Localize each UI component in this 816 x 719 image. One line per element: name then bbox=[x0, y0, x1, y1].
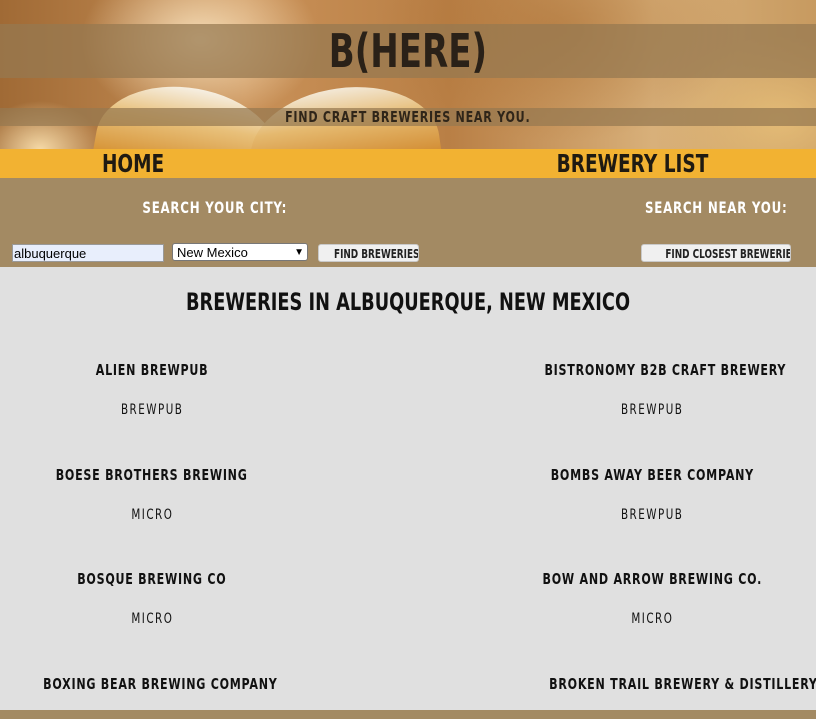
brewery-name: BISTRONOMY B2B CRAFT BREWERY bbox=[544, 361, 787, 379]
brewery-card[interactable]: BOMBS AWAY BEER COMPANY BREWPUB bbox=[502, 466, 802, 524]
find-breweries-button[interactable]: FIND BREWERIES bbox=[318, 244, 419, 262]
brewery-card[interactable]: BOSQUE BREWING CO MICRO bbox=[2, 570, 302, 628]
brewery-name: ALIEN BREWPUB bbox=[95, 361, 209, 379]
site-tagline: FIND CRAFT BREWERIES NEAR YOU. bbox=[285, 108, 531, 126]
brewery-name: BOMBS AWAY BEER COMPANY bbox=[550, 466, 754, 484]
brewery-name: BOSQUE BREWING CO bbox=[77, 570, 227, 588]
brewery-name: BOW AND ARROW BREWING CO. bbox=[542, 570, 762, 588]
search-city-label: SEARCH YOUR CITY: bbox=[142, 198, 288, 217]
city-search-input[interactable] bbox=[12, 244, 164, 262]
brewery-card[interactable]: ALIEN BREWPUB BREWPUB bbox=[2, 361, 302, 419]
brewery-type: BREWPUB bbox=[620, 402, 684, 418]
brewery-name: BOESE BROTHERS BREWING bbox=[56, 466, 248, 484]
results-title: BREWERIES IN ALBUQUERQUE, NEW MEXICO bbox=[185, 288, 631, 316]
brewery-type: BREWPUB bbox=[620, 507, 684, 523]
search-near-label: SEARCH NEAR YOU: bbox=[645, 198, 788, 217]
footer-bar bbox=[0, 710, 816, 719]
search-panel: SEARCH YOUR CITY: SEARCH NEAR YOU: New M… bbox=[0, 178, 816, 267]
main-nav: HOME BREWERY LIST bbox=[0, 149, 816, 178]
brewery-card[interactable]: BOXING BEAR BREWING COMPANY bbox=[2, 675, 302, 693]
brewery-type: BREWPUB bbox=[120, 402, 184, 418]
site-logo: B(HERE) bbox=[328, 24, 488, 78]
find-closest-breweries-button[interactable]: FIND CLOSEST BREWERIES bbox=[641, 244, 791, 262]
hero-banner: B(HERE) FIND CRAFT BREWERIES NEAR YOU. bbox=[0, 0, 816, 149]
brewery-type: MICRO bbox=[131, 611, 173, 627]
nav-brewery-list-link[interactable]: BREWERY LIST bbox=[450, 149, 816, 178]
chevron-down-icon: ▼ bbox=[294, 247, 304, 258]
brewery-name: BROKEN TRAIL BREWERY & DISTILLERY bbox=[549, 675, 816, 693]
brewery-type: MICRO bbox=[131, 507, 173, 523]
brewery-card[interactable]: BROKEN TRAIL BREWERY & DISTILLERY bbox=[502, 675, 816, 693]
state-select[interactable]: New Mexico ▼ bbox=[172, 243, 308, 261]
brewery-card[interactable]: BOESE BROTHERS BREWING MICRO bbox=[2, 466, 302, 524]
brewery-card[interactable]: BISTRONOMY B2B CRAFT BREWERY BREWPUB bbox=[502, 361, 802, 419]
brewery-name: BOXING BEAR BREWING COMPANY bbox=[43, 675, 278, 693]
brewery-card[interactable]: BOW AND ARROW BREWING CO. MICRO bbox=[502, 570, 802, 628]
brewery-type: MICRO bbox=[631, 611, 673, 627]
nav-home-link[interactable]: HOME bbox=[0, 149, 266, 178]
